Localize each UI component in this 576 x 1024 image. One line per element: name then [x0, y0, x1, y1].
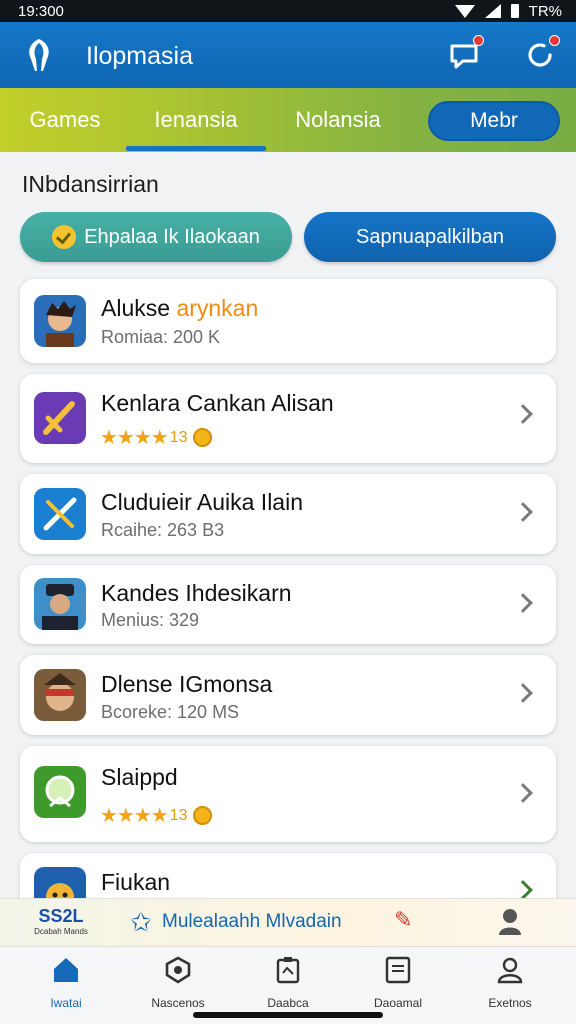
nav-item-daoamal[interactable]: Daoamal: [350, 955, 446, 1010]
section-title: INbdansirrian: [22, 171, 159, 197]
app-title: Slaippd: [101, 764, 178, 790]
chip-label: Ehpalaa Ik Ilaokaan: [84, 225, 260, 248]
app-title-accent: arynkan: [176, 295, 259, 321]
app-title: Kenlara Cankan Alisan: [101, 390, 334, 416]
app-title: Dlense IGmonsa: [101, 671, 273, 697]
coin-icon: [192, 428, 212, 447]
nav-label: Daoamal: [373, 996, 423, 1010]
signal-icon: [484, 4, 501, 18]
app-subtitle: Rcaihe: 263 B3: [101, 520, 225, 540]
check-coin-icon: [52, 225, 77, 249]
gentleman-avatar-icon: [34, 578, 86, 630]
tab-games[interactable]: Games: [20, 88, 110, 152]
sync-badge: [549, 35, 560, 46]
app-title: Ilopmasia: [86, 42, 193, 70]
star-rating-icon: ★★★★: [100, 805, 169, 827]
nav-label: Nascenos: [151, 996, 205, 1010]
list-item[interactable]: Cluduieir Auika Ilain Rcaihe: 263 B3: [20, 474, 556, 554]
nav-label: Iwatai: [50, 996, 82, 1010]
nav-item-daabca[interactable]: Daabca: [240, 955, 336, 1010]
rating-stars: ★★★★ 13: [100, 803, 212, 828]
rating-count: 13: [169, 428, 188, 446]
chevron-right-icon[interactable]: [513, 593, 533, 613]
masked-warrior-icon: [34, 669, 86, 721]
notification-badge: [473, 35, 484, 46]
app-title: Alukse arynkan: [101, 295, 259, 321]
list-item[interactable]: Kandes Ihdesikarn Menius: 329: [20, 565, 556, 644]
promo-logo: SS2L Dcabah Mands: [34, 906, 88, 936]
star-outline-icon: ✩: [130, 907, 152, 937]
status-time: 19:300: [18, 2, 64, 20]
list-item[interactable]: Alukse arynkan Romiaa: 200 K: [20, 279, 556, 363]
app-title: Cluduieir Auika Ilain: [101, 489, 304, 515]
home-indicator[interactable]: [193, 1012, 383, 1018]
nav-item-exetnos[interactable]: Exetnos: [462, 955, 558, 1010]
wifi-icon: [454, 4, 475, 18]
app-subtitle: Romiaa: 200 K: [101, 327, 221, 347]
clipboard-icon: [276, 957, 300, 984]
refresh-icon[interactable]: [522, 35, 560, 73]
status-icons: TR%: [454, 2, 562, 20]
app-subtitle: Menius: 329: [101, 610, 200, 630]
rating-count: 13: [169, 806, 188, 824]
chat-bubble-icon[interactable]: [446, 35, 484, 73]
promo-logo-subtitle: Dcabah Mands: [34, 927, 88, 936]
app-title: Fiukan: [101, 869, 171, 895]
coin-icon: [192, 806, 212, 825]
sword-blue-icon: [34, 488, 86, 540]
chip-label: Sapnuapalkilban: [356, 225, 504, 248]
filter-chip-secondary[interactable]: Sapnuapalkilban: [304, 212, 556, 262]
app-subtitle: Bcoreke: 120 MS: [101, 702, 240, 722]
tab-ienansia[interactable]: Ienansia: [130, 88, 262, 152]
sword-purple-icon: [34, 392, 86, 444]
edit-star-icon[interactable]: ✎: [394, 907, 412, 933]
document-icon: [385, 956, 411, 984]
list-item[interactable]: Slaippd ★★★★ 13: [20, 746, 556, 842]
nav-label: Exetnos: [488, 996, 532, 1010]
tab-nolansia[interactable]: Nolansia: [282, 88, 394, 152]
chevron-right-icon[interactable]: [513, 502, 533, 522]
battery-icon: [510, 4, 519, 18]
filter-chip-primary[interactable]: Ehpalaa Ik Ilaokaan: [20, 212, 292, 262]
list-item[interactable]: Kenlara Cankan Alisan ★★★★ 13: [20, 374, 556, 463]
app-title: Kandes Ihdesikarn: [101, 580, 292, 606]
chevron-right-icon[interactable]: [513, 783, 533, 803]
app-bar: Ilopmasia: [0, 22, 576, 88]
star-rating-icon: ★★★★: [100, 427, 169, 449]
tab-mebr[interactable]: Mebr: [428, 101, 560, 141]
rating-stars: ★★★★ 13: [100, 425, 212, 450]
nav-item-nascenos[interactable]: Nascenos: [130, 955, 226, 1010]
active-tab-indicator: [126, 146, 266, 151]
app-logo-icon: [29, 39, 49, 71]
profile-icon: [497, 957, 523, 984]
green-badge-icon: [34, 766, 86, 818]
home-icon: [54, 958, 78, 982]
nav-item-home[interactable]: Iwatai: [18, 955, 114, 1010]
promo-text: Mulealaahh Mlvadain: [162, 911, 342, 932]
chevron-right-icon[interactable]: [513, 683, 533, 703]
chevron-right-icon[interactable]: [513, 404, 533, 424]
list-item[interactable]: Dlense IGmonsa Bcoreke: 120 MS: [20, 655, 556, 735]
status-bar: 19:300 TR%: [0, 0, 576, 22]
chevron-right-icon[interactable]: [513, 880, 533, 900]
person-icon[interactable]: [496, 907, 524, 937]
promo-banner[interactable]: SS2L Dcabah Mands ✩ Mulealaahh Mlvadain …: [0, 898, 576, 946]
nav-label: Daabca: [267, 996, 309, 1010]
battery-text: TR%: [528, 2, 562, 20]
shield-icon: [165, 956, 191, 984]
hero-avatar-icon: [34, 295, 86, 347]
